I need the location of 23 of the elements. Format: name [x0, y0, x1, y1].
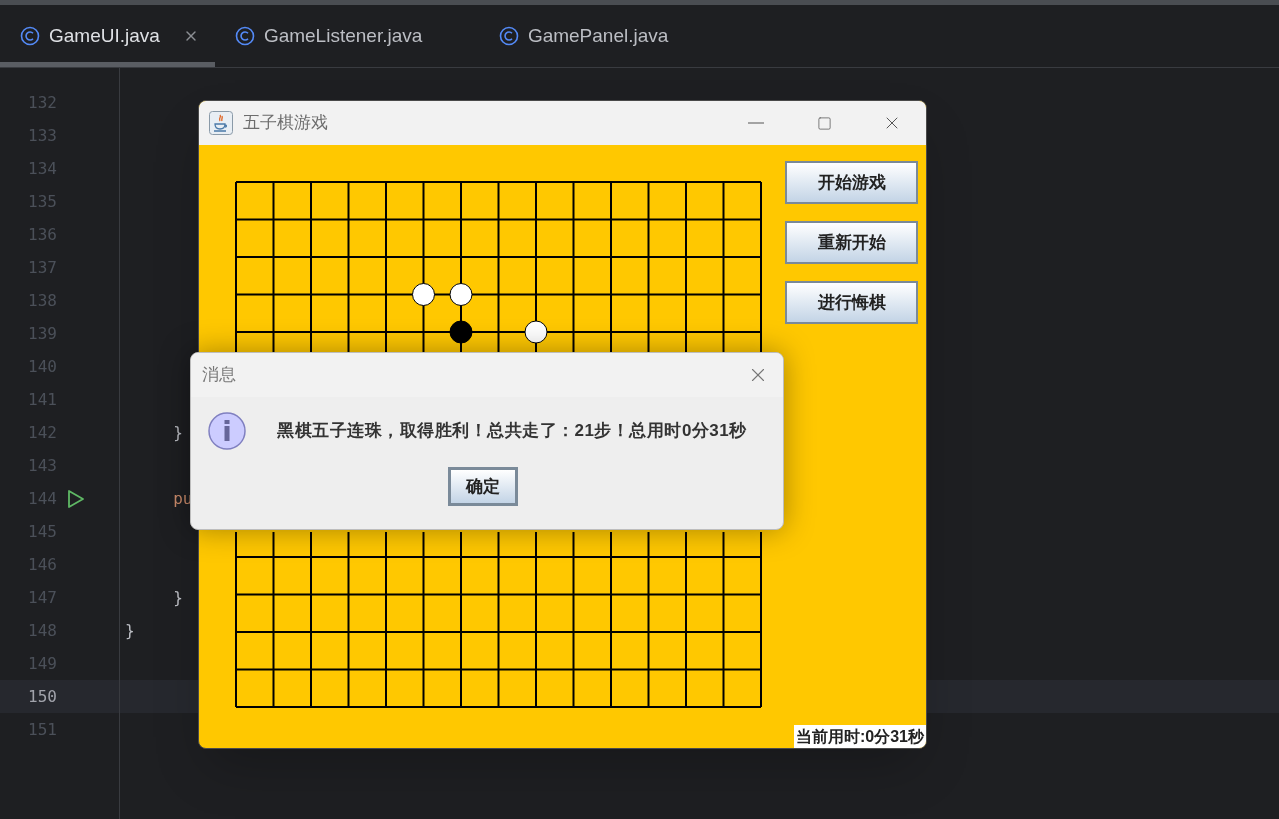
- run-icon[interactable]: [67, 488, 85, 509]
- cup-icon: [209, 111, 233, 135]
- minimize-icon: [748, 122, 764, 124]
- code-text: }: [172, 586, 183, 609]
- editor-tab[interactable]: GamePanel.java: [478, 5, 685, 67]
- timer-label: 当前用时:0分31秒: [793, 725, 926, 748]
- class-icon: [498, 26, 519, 46]
- game-button[interactable]: 重新开始: [785, 221, 918, 264]
- line-number: 150: [27, 685, 57, 708]
- editor-tab[interactable]: GameListener.java: [214, 5, 479, 67]
- class-icon: [20, 26, 40, 46]
- ok-button[interactable]: 确定: [448, 467, 518, 506]
- game-button[interactable]: 开始游戏: [785, 161, 918, 204]
- window-title: 五子棋游戏: [243, 112, 328, 135]
- dialog-message: 黑棋五子连珠，取得胜利！总共走了：21步！总用时0分31秒: [277, 420, 747, 443]
- editor-tab[interactable]: GameUI.java: [0, 5, 215, 67]
- class-icon: [234, 26, 255, 46]
- code-text: }: [125, 619, 135, 642]
- dialog-title: 消息: [202, 364, 236, 387]
- game-button[interactable]: 进行悔棋: [785, 281, 918, 324]
- code-text: }: [172, 421, 183, 444]
- info-icon: [207, 411, 247, 451]
- maximize-icon: [816, 115, 832, 131]
